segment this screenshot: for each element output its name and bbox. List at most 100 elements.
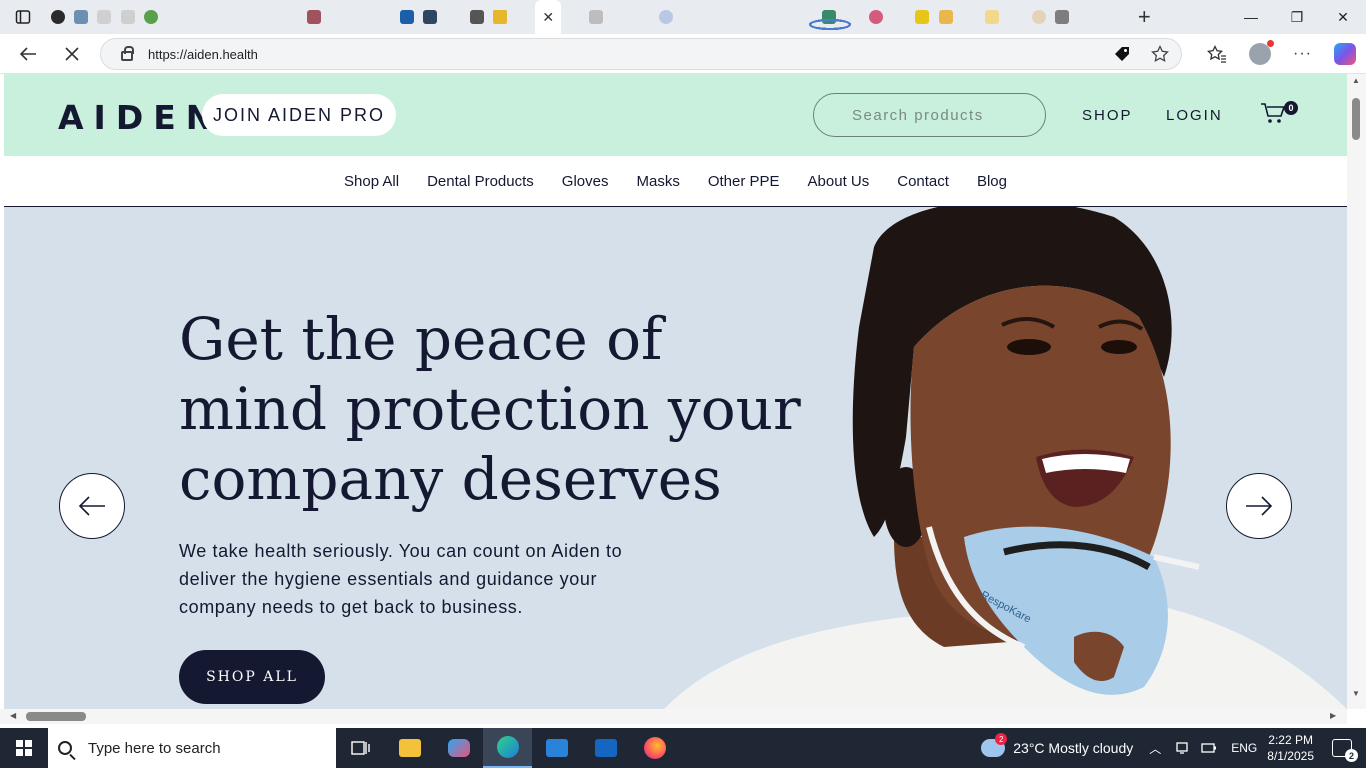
url-text[interactable]: https://aiden.health — [148, 47, 258, 62]
browser-tab[interactable] — [93, 0, 116, 34]
browser-tab[interactable] — [654, 0, 677, 34]
language-indicator[interactable]: ENG — [1231, 741, 1257, 755]
browser-tab[interactable] — [585, 0, 608, 34]
browser-tab[interactable] — [1050, 0, 1073, 34]
browser-tab[interactable] — [395, 0, 418, 34]
vertical-scroll-thumb[interactable] — [1352, 98, 1360, 140]
start-button[interactable] — [0, 728, 48, 768]
cart-icon[interactable] — [1260, 102, 1286, 124]
close-window-button[interactable]: ✕ — [1320, 0, 1366, 34]
network-icon[interactable] — [1175, 741, 1189, 755]
browser-tab[interactable] — [809, 0, 1027, 34]
nav-shop-all[interactable]: Shop All — [330, 173, 413, 190]
browser-tab[interactable] — [139, 0, 162, 34]
horizontal-scrollbar[interactable]: ◀ ▶ — [0, 709, 1347, 724]
browser-tab[interactable] — [372, 0, 851, 34]
browser-tab[interactable] — [748, 0, 851, 34]
restore-button[interactable]: ❐ — [1274, 0, 1320, 34]
nav-dental-products[interactable]: Dental Products — [413, 173, 548, 190]
taskbar-search-box[interactable]: Type here to search — [48, 728, 336, 768]
favorites-icon[interactable] — [1207, 45, 1227, 63]
browser-tab[interactable] — [512, 0, 851, 34]
browser-tab[interactable] — [608, 0, 851, 34]
scroll-left-icon[interactable]: ◀ — [10, 711, 16, 720]
carousel-prev-button[interactable] — [59, 473, 125, 539]
chevron-up-icon[interactable]: ︿ — [1149, 740, 1161, 757]
browser-tab[interactable] — [934, 0, 957, 34]
browser-tab[interactable] — [911, 0, 934, 34]
browser-tab[interactable] — [186, 0, 851, 34]
aiden-logo[interactable]: AIDEN — [58, 98, 223, 137]
browser-tab[interactable] — [209, 0, 851, 34]
login-link[interactable]: LOGIN — [1166, 107, 1223, 124]
browser-tab[interactable] — [809, 0, 980, 34]
browser-tab[interactable] — [69, 0, 92, 34]
profile-avatar[interactable] — [1249, 40, 1275, 65]
browser-tab[interactable] — [771, 0, 851, 34]
browser-tab[interactable] — [256, 0, 851, 34]
scroll-down-icon[interactable]: ▼ — [1352, 689, 1360, 698]
clock[interactable]: 2:22 PM 8/1/2025 — [1267, 732, 1314, 764]
browser-tab[interactable] — [162, 0, 851, 34]
nav-gloves[interactable]: Gloves — [548, 173, 623, 190]
carousel-next-button[interactable] — [1226, 473, 1292, 539]
join-aiden-pro-button[interactable]: JOIN AIDEN PRO — [202, 94, 397, 136]
task-view-button[interactable] — [336, 728, 385, 768]
shop-link[interactable]: SHOP — [1082, 107, 1133, 124]
browser-tab[interactable] — [419, 0, 442, 34]
more-menu-icon[interactable]: ··· — [1293, 45, 1312, 63]
browser-tab[interactable] — [442, 0, 851, 34]
browser-tab[interactable] — [232, 0, 851, 34]
browser-tab[interactable] — [809, 0, 1120, 34]
browser-tab[interactable] — [302, 0, 325, 34]
browser-tab[interactable] — [116, 0, 139, 34]
shopping-tag-icon[interactable] — [1113, 45, 1131, 63]
scroll-right-icon[interactable]: ▶ — [1330, 711, 1336, 720]
close-tab-icon[interactable]: ✕ — [542, 9, 554, 26]
browser-tab[interactable] — [631, 0, 851, 34]
nav-contact[interactable]: Contact — [883, 173, 963, 190]
nav-masks[interactable]: Masks — [622, 173, 693, 190]
browser-tab[interactable] — [326, 0, 851, 34]
browser-tab[interactable] — [489, 0, 512, 34]
vertical-scrollbar[interactable]: ▲ ▼ — [1347, 74, 1366, 709]
copilot-icon[interactable] — [1334, 43, 1356, 65]
battery-icon[interactable] — [1201, 742, 1217, 754]
outlook-button[interactable] — [581, 728, 630, 768]
address-bar[interactable]: https://aiden.health — [100, 38, 1182, 70]
browser-tab[interactable] — [678, 0, 851, 34]
new-tab-button[interactable]: + — [1128, 0, 1160, 34]
stop-loading-button[interactable] — [50, 34, 94, 74]
browser-tab[interactable] — [794, 0, 851, 34]
minimize-button[interactable]: — — [1228, 0, 1274, 34]
browser-tab[interactable] — [349, 0, 851, 34]
back-button[interactable] — [6, 34, 50, 74]
scroll-up-icon[interactable]: ▲ — [1352, 76, 1360, 85]
weather-widget[interactable]: 2 23°C Mostly cloudy — [981, 733, 1133, 757]
copilot-app-button[interactable] — [434, 728, 483, 768]
browser-tab[interactable] — [809, 0, 864, 34]
browser-tab[interactable] — [809, 0, 910, 34]
browser-tab[interactable] — [701, 0, 851, 34]
browser-tab[interactable] — [465, 0, 488, 34]
nav-other-ppe[interactable]: Other PPE — [694, 173, 794, 190]
edge-browser-button[interactable] — [483, 728, 532, 768]
lock-icon[interactable] — [121, 46, 134, 61]
shop-all-button[interactable]: SHOP ALL — [179, 650, 325, 704]
horizontal-scroll-thumb[interactable] — [26, 712, 86, 721]
microsoft-store-button[interactable] — [532, 728, 581, 768]
notification-center-button[interactable]: 2 — [1332, 739, 1358, 762]
browser-tab[interactable] — [279, 0, 851, 34]
browser-tab[interactable] — [864, 0, 887, 34]
browser-tab-active[interactable]: ✕ — [535, 0, 562, 34]
browser-tab[interactable] — [561, 0, 851, 34]
nav-about-us[interactable]: About Us — [794, 173, 884, 190]
firefox-button[interactable] — [630, 728, 679, 768]
tab-actions-button[interactable] — [0, 0, 46, 34]
browser-tab[interactable] — [809, 0, 1097, 34]
browser-tab[interactable] — [46, 0, 69, 34]
browser-tab[interactable] — [724, 0, 851, 34]
favorite-star-icon[interactable] — [1151, 45, 1169, 63]
file-explorer-button[interactable] — [385, 728, 434, 768]
browser-tab[interactable] — [981, 0, 1004, 34]
